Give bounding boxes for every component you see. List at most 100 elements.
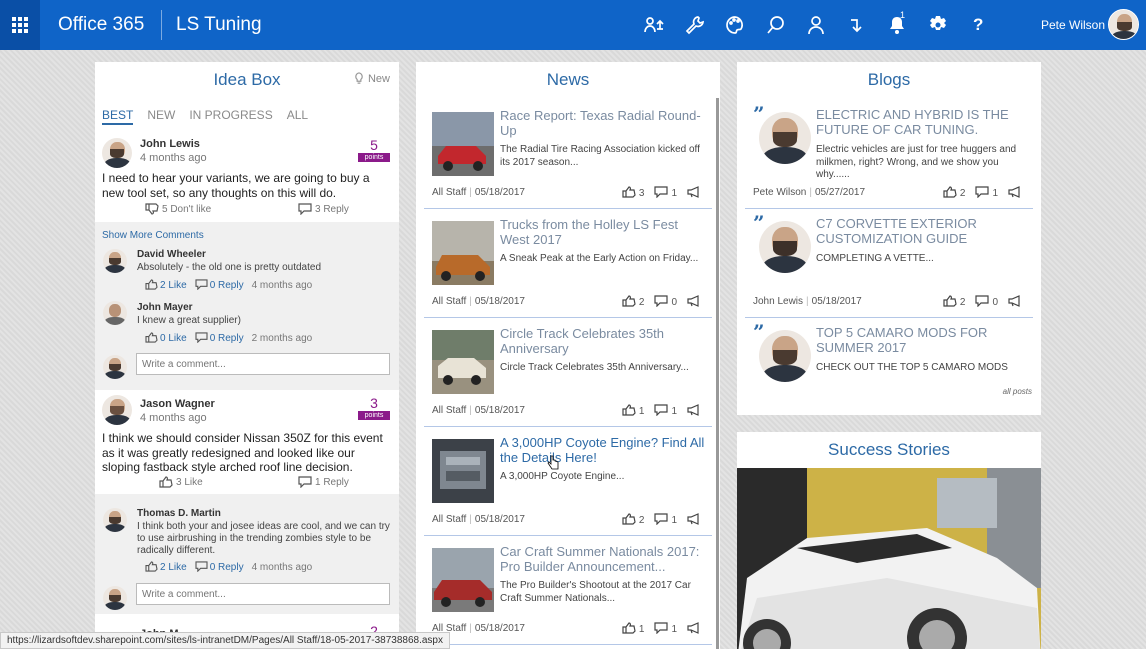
- share-button[interactable]: [1008, 295, 1025, 308]
- news-summary: A 3,000HP Coyote Engine...: [500, 471, 625, 482]
- panel-title: News: [546, 70, 590, 89]
- blog-item[interactable]: ” TOP 5 CAMARO MODS FOR SUMMER 2017 CHEC…: [745, 322, 1033, 386]
- news-thumbnail: [432, 112, 494, 176]
- success-story-image[interactable]: [737, 468, 1041, 649]
- blog-item[interactable]: ” C7 CORVETTE EXTERIOR CUSTOMIZATION GUI…: [745, 211, 1033, 318]
- news-author[interactable]: All Staff: [432, 187, 466, 198]
- megaphone-icon: [687, 622, 699, 634]
- like-button[interactable]: 0 Like: [145, 332, 187, 344]
- reply-button[interactable]: 0 Reply: [195, 279, 244, 291]
- points-badge: 3 points: [358, 396, 390, 420]
- comment-input[interactable]: [136, 353, 390, 375]
- share-button[interactable]: [687, 186, 704, 199]
- share-button[interactable]: [687, 404, 704, 417]
- comment-text: Absolutely - the old one is pretty outda…: [137, 262, 322, 273]
- news-item[interactable]: Race Report: Texas Radial Round-Up The R…: [424, 104, 712, 209]
- like-button[interactable]: 3 Like: [159, 476, 203, 488]
- blog-title[interactable]: C7 CORVETTE EXTERIOR CUSTOMIZATION GUIDE: [816, 216, 1029, 246]
- like-count[interactable]: 1: [622, 404, 644, 417]
- comment-author[interactable]: John Mayer: [137, 302, 193, 313]
- comment-count[interactable]: 1: [654, 513, 677, 526]
- news-title[interactable]: Trucks from the Holley LS Fest West 2017: [500, 217, 708, 247]
- blog-title[interactable]: ELECTRIC AND HYBRID IS THE FUTURE OF CAR…: [816, 107, 1029, 137]
- search-button[interactable]: [756, 0, 797, 50]
- post-author[interactable]: John Lewis: [140, 138, 200, 150]
- comment-count[interactable]: 1: [975, 186, 998, 199]
- settings-button[interactable]: [918, 0, 959, 50]
- reply-button[interactable]: 0 Reply: [195, 332, 244, 344]
- like-count[interactable]: 1: [622, 622, 644, 635]
- comments-section: Thomas D. Martin I think both your and j…: [95, 494, 399, 614]
- tab-all[interactable]: ALL: [287, 108, 308, 125]
- profile-button[interactable]: [796, 0, 837, 50]
- reply-button[interactable]: 0 Reply: [195, 561, 244, 573]
- site-name[interactable]: LS Tuning: [176, 14, 262, 36]
- theme-button[interactable]: [715, 0, 756, 50]
- like-button[interactable]: 2 Like: [145, 279, 187, 291]
- blog-author[interactable]: Pete Wilson: [753, 187, 806, 198]
- avatar: [103, 249, 127, 273]
- like-count[interactable]: 3: [622, 186, 644, 199]
- app-launcher-button[interactable]: [0, 0, 40, 50]
- user-name[interactable]: Pete Wilson: [1041, 18, 1105, 32]
- share-button[interactable]: [687, 295, 704, 308]
- comment-time: 4 months ago: [251, 561, 313, 573]
- comment-count[interactable]: 0: [975, 295, 998, 308]
- like-label: 2 Like: [160, 562, 187, 573]
- tab-best[interactable]: BEST: [102, 108, 134, 125]
- tab-in-progress[interactable]: IN PROGRESS: [189, 108, 272, 125]
- megaphone-icon: [687, 404, 699, 416]
- news-scrollbar[interactable]: [716, 98, 719, 649]
- news-title[interactable]: A 3,000HP Coyote Engine? Find All the De…: [500, 435, 708, 465]
- comment-count[interactable]: 0: [654, 295, 677, 308]
- like-count[interactable]: 2: [622, 295, 644, 308]
- blog-title[interactable]: TOP 5 CAMARO MODS FOR SUMMER 2017: [816, 325, 1029, 355]
- redirect-button[interactable]: [837, 0, 878, 50]
- panel-title: Success Stories: [828, 440, 950, 459]
- news-author[interactable]: All Staff: [432, 514, 466, 525]
- all-posts-link[interactable]: all posts: [1003, 387, 1032, 396]
- comment-count[interactable]: 1: [654, 404, 677, 417]
- news-item[interactable]: A 3,000HP Coyote Engine? Find All the De…: [424, 431, 712, 536]
- comment-author[interactable]: David Wheeler: [137, 249, 206, 260]
- news-item[interactable]: Car Craft Summer Nationals 2017: Pro Bui…: [424, 540, 712, 645]
- help-button[interactable]: ?: [958, 0, 999, 50]
- like-count[interactable]: 2: [943, 186, 965, 199]
- post-text: I think we should consider Nissan 350Z f…: [102, 431, 383, 474]
- news-stats: 3 1: [622, 186, 704, 199]
- comment-author[interactable]: Thomas D. Martin: [137, 508, 221, 519]
- blog-item[interactable]: ” ELECTRIC AND HYBRID IS THE FUTURE OF C…: [745, 102, 1033, 209]
- news-title[interactable]: Car Craft Summer Nationals 2017: Pro Bui…: [500, 544, 708, 574]
- like-button[interactable]: 2 Like: [145, 561, 187, 573]
- comment-count[interactable]: 1: [654, 186, 677, 199]
- points-label: points: [358, 411, 390, 420]
- news-stats: 1 1: [622, 622, 704, 635]
- notifications-button[interactable]: 1: [877, 0, 918, 50]
- blog-author[interactable]: John Lewis: [753, 296, 803, 307]
- comment-input[interactable]: [136, 583, 390, 605]
- new-idea-link[interactable]: New: [353, 72, 390, 85]
- app-name[interactable]: Office 365: [58, 14, 144, 36]
- news-author[interactable]: All Staff: [432, 405, 466, 416]
- news-item[interactable]: Trucks from the Holley LS Fest West 2017…: [424, 213, 712, 318]
- like-count[interactable]: 2: [943, 295, 965, 308]
- show-more-comments-link[interactable]: Show More Comments: [102, 230, 204, 241]
- tab-new[interactable]: NEW: [147, 108, 175, 125]
- network-button[interactable]: [634, 0, 675, 50]
- share-button[interactable]: [1008, 186, 1025, 199]
- share-button[interactable]: [687, 513, 704, 526]
- comment-count[interactable]: 1: [654, 622, 677, 635]
- post-author[interactable]: Jason Wagner: [140, 398, 215, 410]
- news-author[interactable]: All Staff: [432, 296, 466, 307]
- user-avatar[interactable]: [1108, 9, 1139, 40]
- news-title[interactable]: Circle Track Celebrates 35th Anniversary: [500, 326, 708, 356]
- reply-button[interactable]: 3 Reply: [298, 203, 349, 215]
- share-button[interactable]: [687, 622, 704, 635]
- news-stats: 1 1: [622, 404, 704, 417]
- news-title[interactable]: Race Report: Texas Radial Round-Up: [500, 108, 708, 138]
- like-count[interactable]: 2: [622, 513, 644, 526]
- reply-button[interactable]: 1 Reply: [298, 476, 349, 488]
- dislike-button[interactable]: 5 Don't like: [145, 203, 211, 215]
- news-item[interactable]: Circle Track Celebrates 35th Anniversary…: [424, 322, 712, 427]
- tools-button[interactable]: [675, 0, 716, 50]
